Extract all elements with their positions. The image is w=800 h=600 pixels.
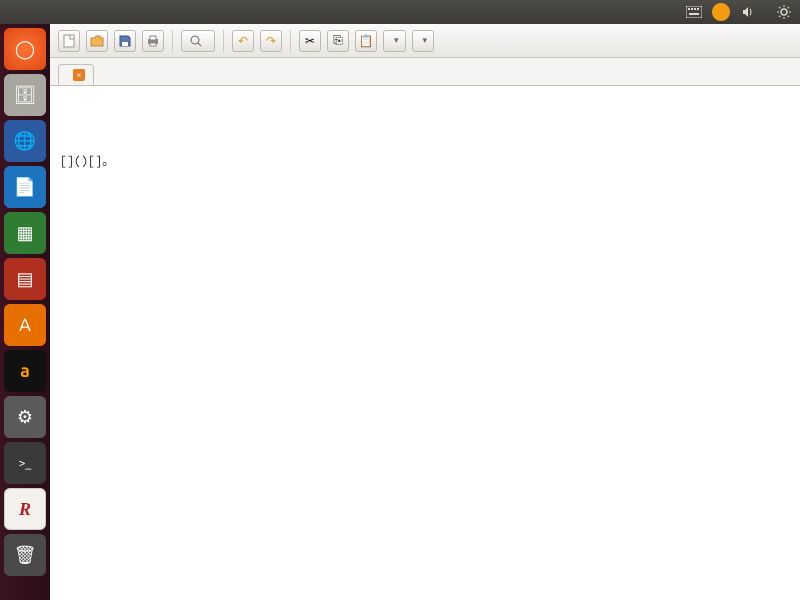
preview-icon[interactable] xyxy=(181,30,215,52)
launcher-files[interactable]: 🗄 xyxy=(4,74,46,116)
launcher-terminal[interactable]: >_ xyxy=(4,442,46,484)
launcher-trash[interactable]: 🗑 xyxy=(4,534,46,576)
launcher-writer[interactable]: 📄 xyxy=(4,166,46,208)
ime-indicator[interactable] xyxy=(712,3,730,21)
save-button[interactable] xyxy=(114,30,136,52)
open-file-button[interactable] xyxy=(86,30,108,52)
launcher-ubuntu[interactable]: ◯ xyxy=(4,28,46,70)
symbol-combo[interactable]: ▾ xyxy=(412,30,435,52)
launcher-impress[interactable]: ▤ xyxy=(4,258,46,300)
launcher-amazon[interactable]: a xyxy=(4,350,46,392)
print-button[interactable] xyxy=(142,30,164,52)
launcher-settings[interactable]: ⚙ xyxy=(4,396,46,438)
copy-button[interactable]: ⎘ xyxy=(327,30,349,52)
launcher: ◯ 🗄 🌐 📄 ▦ ▤ A a ⚙ >_ R 🗑 xyxy=(0,24,50,600)
launcher-software[interactable]: A xyxy=(4,304,46,346)
launcher-calc[interactable]: ▦ xyxy=(4,212,46,254)
tag-combo[interactable]: ▾ xyxy=(383,30,406,52)
launcher-retext[interactable]: R xyxy=(4,488,46,530)
tab-close-icon[interactable]: × xyxy=(73,69,85,81)
undo-button[interactable]: ↶ xyxy=(232,30,254,52)
tab-l2tp-ipsec[interactable]: × xyxy=(58,64,94,85)
keyboard-icon[interactable] xyxy=(686,4,702,20)
paste-button[interactable]: 📋 xyxy=(355,30,377,52)
editor[interactable]: []()[]。 xyxy=(50,86,800,600)
toolbar: ↶ ↷ ✂ ⎘ 📋 ▾ ▾ xyxy=(50,24,800,58)
redo-button[interactable]: ↷ xyxy=(260,30,282,52)
cut-button[interactable]: ✂ xyxy=(299,30,321,52)
new-file-button[interactable] xyxy=(58,30,80,52)
volume-icon[interactable] xyxy=(740,4,756,20)
gear-icon[interactable] xyxy=(776,4,792,20)
launcher-firefox[interactable]: 🌐 xyxy=(4,120,46,162)
